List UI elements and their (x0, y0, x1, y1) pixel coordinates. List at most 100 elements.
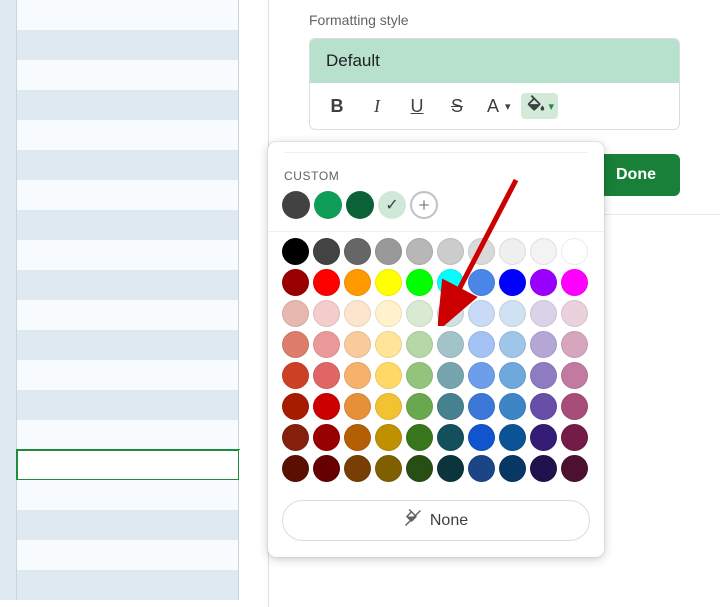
row-header-cell[interactable] (0, 510, 17, 540)
color-swatch[interactable] (468, 455, 495, 482)
spreadsheet-cell[interactable] (17, 240, 239, 270)
color-swatch[interactable] (282, 269, 309, 296)
color-swatch[interactable] (375, 424, 402, 451)
color-swatch[interactable] (468, 362, 495, 389)
color-swatch[interactable] (406, 300, 433, 327)
row-header-cell[interactable] (0, 120, 17, 150)
spreadsheet-row[interactable] (0, 390, 245, 420)
spreadsheet-cell[interactable] (17, 360, 239, 390)
color-swatch[interactable] (499, 455, 526, 482)
color-swatch[interactable] (375, 393, 402, 420)
color-swatch[interactable] (282, 331, 309, 358)
color-swatch[interactable] (282, 424, 309, 451)
color-swatch[interactable] (406, 393, 433, 420)
color-swatch[interactable] (499, 300, 526, 327)
row-header-cell[interactable] (0, 360, 17, 390)
color-swatch[interactable] (375, 238, 402, 265)
color-swatch[interactable] (468, 238, 495, 265)
color-swatch[interactable] (406, 362, 433, 389)
color-swatch[interactable] (437, 455, 464, 482)
color-swatch[interactable] (282, 238, 309, 265)
spreadsheet-cell[interactable] (17, 150, 239, 180)
spreadsheet-cell[interactable] (17, 540, 239, 570)
color-swatch[interactable] (313, 300, 340, 327)
row-header-cell[interactable] (0, 90, 17, 120)
underline-button[interactable]: U (402, 91, 432, 121)
custom-color-swatch[interactable] (314, 191, 342, 219)
color-swatch[interactable] (375, 362, 402, 389)
color-swatch[interactable] (561, 238, 588, 265)
none-color-button[interactable]: None (282, 500, 590, 541)
spreadsheet-cell[interactable] (17, 180, 239, 210)
row-header-cell[interactable] (0, 570, 17, 600)
color-swatch[interactable] (313, 362, 340, 389)
fill-color-button[interactable]: ▾ (521, 93, 559, 119)
row-header-cell[interactable] (0, 30, 17, 60)
color-swatch[interactable] (406, 238, 433, 265)
spreadsheet-row[interactable] (0, 60, 245, 90)
color-swatch[interactable] (344, 362, 371, 389)
spreadsheet-cell[interactable] (17, 420, 239, 450)
spreadsheet-cell[interactable] (17, 90, 239, 120)
row-header-cell[interactable] (0, 180, 17, 210)
color-swatch[interactable] (282, 362, 309, 389)
color-swatch[interactable] (468, 393, 495, 420)
color-swatch[interactable] (406, 424, 433, 451)
color-swatch[interactable] (313, 331, 340, 358)
spreadsheet-row[interactable] (0, 210, 245, 240)
color-swatch[interactable] (437, 393, 464, 420)
row-header-cell[interactable] (0, 540, 17, 570)
custom-color-swatch[interactable] (282, 191, 310, 219)
color-swatch[interactable] (561, 331, 588, 358)
row-header-cell[interactable] (0, 0, 17, 30)
color-swatch[interactable] (437, 424, 464, 451)
color-swatch[interactable] (406, 455, 433, 482)
color-swatch[interactable] (313, 455, 340, 482)
color-swatch[interactable] (530, 238, 557, 265)
color-swatch[interactable] (282, 393, 309, 420)
color-swatch[interactable] (561, 362, 588, 389)
row-header-cell[interactable] (0, 450, 17, 480)
color-swatch[interactable] (344, 300, 371, 327)
color-swatch[interactable] (561, 455, 588, 482)
color-swatch[interactable] (344, 269, 371, 296)
custom-color-swatch[interactable] (346, 191, 374, 219)
color-swatch[interactable] (375, 269, 402, 296)
spreadsheet-cell[interactable] (17, 270, 239, 300)
spreadsheet-cell[interactable] (17, 30, 239, 60)
color-swatch[interactable] (530, 455, 557, 482)
color-swatch[interactable] (468, 424, 495, 451)
spreadsheet-cell[interactable] (17, 120, 239, 150)
color-swatch[interactable] (375, 455, 402, 482)
spreadsheet-row[interactable] (0, 330, 245, 360)
color-swatch[interactable] (561, 393, 588, 420)
color-swatch[interactable] (499, 331, 526, 358)
strikethrough-button[interactable]: S (442, 91, 472, 121)
color-swatch[interactable] (406, 331, 433, 358)
color-swatch[interactable] (530, 269, 557, 296)
color-swatch[interactable] (344, 393, 371, 420)
spreadsheet-row[interactable] (0, 300, 245, 330)
color-swatch[interactable] (313, 269, 340, 296)
color-swatch[interactable] (406, 269, 433, 296)
spreadsheet-cell[interactable] (17, 390, 239, 420)
spreadsheet-row[interactable] (0, 510, 245, 540)
color-swatch[interactable] (499, 362, 526, 389)
spreadsheet-cell[interactable] (17, 330, 239, 360)
color-swatch[interactable] (530, 393, 557, 420)
color-swatch[interactable] (313, 393, 340, 420)
color-swatch[interactable] (499, 424, 526, 451)
row-header-cell[interactable] (0, 300, 17, 330)
color-swatch[interactable] (468, 331, 495, 358)
color-swatch[interactable] (530, 424, 557, 451)
custom-color-swatch[interactable] (378, 191, 406, 219)
color-swatch[interactable] (344, 331, 371, 358)
color-swatch[interactable] (437, 362, 464, 389)
spreadsheet-row[interactable] (0, 270, 245, 300)
spreadsheet-cell[interactable] (17, 450, 239, 480)
color-swatch[interactable] (499, 393, 526, 420)
color-swatch[interactable] (375, 300, 402, 327)
row-header-cell[interactable] (0, 240, 17, 270)
spreadsheet-row[interactable] (0, 150, 245, 180)
color-swatch[interactable] (468, 269, 495, 296)
